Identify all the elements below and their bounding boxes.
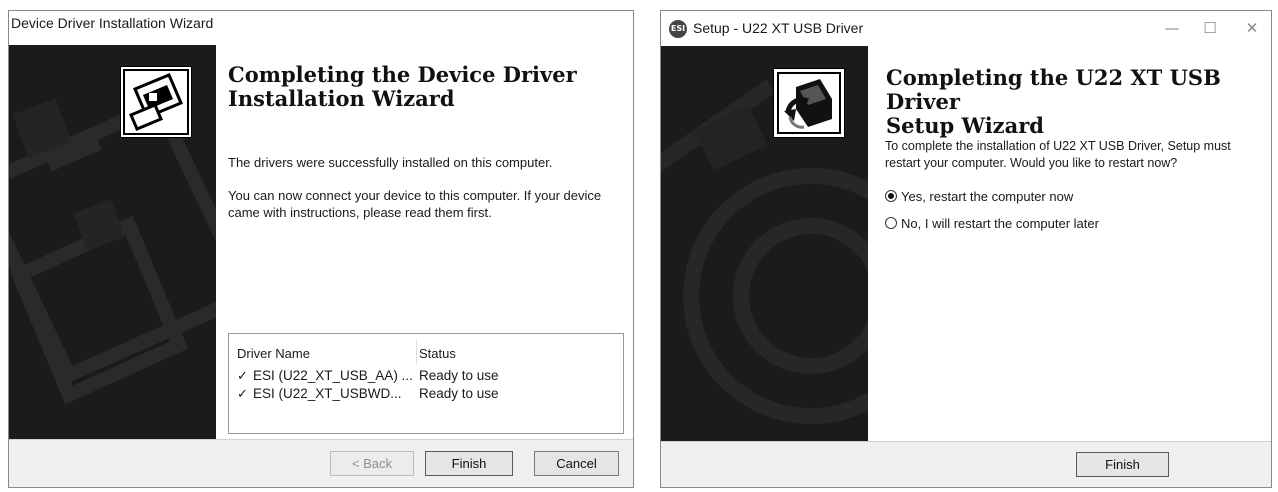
driver-status-cell: Ready to use (419, 368, 499, 383)
wizard-side-banner (661, 46, 868, 442)
restart-now-label: Yes, restart the computer now (901, 189, 1074, 204)
prompt-line-2: restart your computer. Would you like to… (885, 156, 1178, 170)
prompt-line-1: To complete the installation of U22 XT U… (885, 139, 1231, 153)
device-driver-wizard-window: Device Driver Installation Wizard Comple… (8, 10, 634, 488)
finish-button[interactable]: Finish (425, 451, 513, 476)
finish-button[interactable]: Finish (1076, 452, 1169, 477)
wizard-heading: Completing the U22 XT USB Driver Setup W… (886, 66, 1271, 138)
title-bar[interactable]: Device Driver Installation Wizard (9, 11, 633, 45)
wizard-side-banner (9, 45, 216, 440)
column-separator (416, 340, 417, 364)
driver-name-header[interactable]: Driver Name (237, 346, 310, 361)
minimize-icon[interactable]: — (1153, 11, 1191, 46)
heading-line-2: Setup Wizard (886, 113, 1044, 138)
driver-status-cell: Ready to use (419, 386, 499, 401)
maximize-icon[interactable]: ☐ (1191, 11, 1229, 46)
instructions-line-2: came with instructions, please read them… (228, 205, 492, 220)
driver-install-icon (120, 66, 192, 138)
usb-driver-setup-window: ESI Setup - U22 XT USB Driver — ☐ ✕ Comp… (660, 10, 1272, 488)
restart-later-label: No, I will restart the computer later (901, 216, 1099, 231)
title-bar[interactable]: ESI Setup - U22 XT USB Driver — ☐ ✕ (661, 11, 1271, 46)
radio-selected-icon[interactable] (885, 190, 897, 202)
driver-name-cell: ESI (U22_XT_USBWD... (253, 386, 402, 401)
status-header[interactable]: Status (419, 346, 456, 361)
close-icon[interactable]: ✕ (1233, 11, 1271, 46)
connect-instructions: You can now connect your device to this … (228, 187, 601, 221)
wizard-footer: < Back Finish Cancel (9, 439, 633, 487)
restart-prompt: To complete the installation of U22 XT U… (885, 138, 1231, 172)
wizard-heading: Completing the Device Driver Installatio… (228, 63, 577, 111)
wizard-footer: Finish (661, 441, 1271, 487)
window-title: Device Driver Installation Wizard (11, 15, 214, 31)
heading-line-1: Completing the U22 XT USB Driver (886, 65, 1221, 114)
checkmark-icon: ✓ (237, 369, 248, 384)
success-message: The drivers were successfully installed … (228, 155, 553, 170)
table-row[interactable]: ✓ ESI (U22_XT_USBWD... Ready to use (237, 385, 499, 403)
usb-driver-setup-icon (773, 68, 845, 138)
cancel-button[interactable]: Cancel (534, 451, 619, 476)
table-row[interactable]: ✓ ESI (U22_XT_USB_AA) ... Ready to use (237, 367, 499, 385)
driver-status-table[interactable]: Driver Name Status ✓ ESI (U22_XT_USB_AA) … (228, 333, 624, 434)
instructions-line-1: You can now connect your device to this … (228, 188, 602, 203)
checkmark-icon: ✓ (237, 387, 248, 402)
radio-unselected-icon[interactable] (885, 217, 897, 229)
esi-app-icon: ESI (669, 20, 687, 38)
driver-name-cell: ESI (U22_XT_USB_AA) ... (253, 368, 413, 383)
window-title: Setup - U22 XT USB Driver (693, 20, 864, 36)
heading-line-1: Completing the Device Driver (228, 62, 577, 87)
heading-line-2: Installation Wizard (228, 86, 455, 111)
back-button[interactable]: < Back (330, 451, 414, 476)
